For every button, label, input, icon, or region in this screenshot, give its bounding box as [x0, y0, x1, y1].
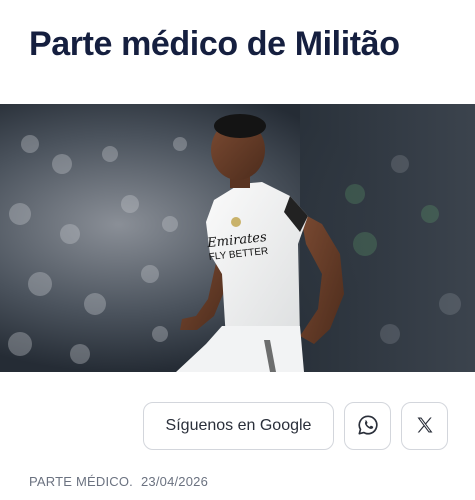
- follow-google-button[interactable]: Síguenos en Google: [143, 402, 334, 450]
- whatsapp-icon: [357, 414, 379, 439]
- article-date: 23/04/2026: [140, 474, 209, 489]
- x-share-button[interactable]: [401, 402, 448, 450]
- whatsapp-share-button[interactable]: [344, 402, 391, 450]
- article-category[interactable]: PARTE MÉDICO.: [29, 474, 133, 489]
- x-icon: [415, 415, 435, 438]
- share-bar: Síguenos en Google: [143, 402, 448, 450]
- article-page: Parte médico de Militão Emirates FLY BET…: [0, 0, 475, 500]
- article-title: Parte médico de Militão: [29, 25, 400, 63]
- article-meta: PARTE MÉDICO. 23/04/2026: [29, 474, 208, 489]
- hero-image: Emirates FLY BETTER: [0, 104, 475, 372]
